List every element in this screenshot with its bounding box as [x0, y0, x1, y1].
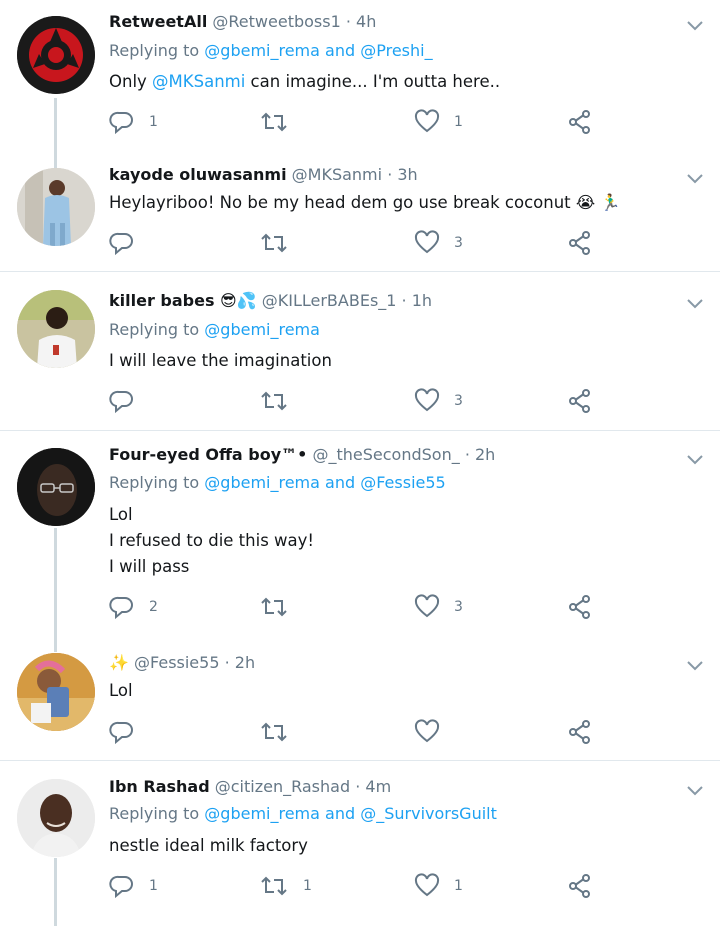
share-icon	[567, 873, 593, 899]
share-button[interactable]	[567, 871, 593, 901]
reply-count: 1	[149, 878, 158, 894]
replying-to: Replying to @gbemi_rema and @_SurvivorsG…	[109, 803, 497, 825]
replying-to-label: Replying to	[109, 804, 205, 823]
retweet-count: 1	[303, 878, 312, 894]
reply-icon	[109, 873, 135, 899]
tweet-text: nestle ideal milk factory	[109, 836, 308, 855]
separator: ·	[355, 777, 361, 796]
tweet-feed: RetweetAll @Retweetboss1 · 4h Replying t…	[0, 0, 720, 926]
reply-button[interactable]: 1	[109, 871, 158, 901]
tweet[interactable]: Ibn Rashad @citizen_Rashad · 4m Replying…	[0, 0, 720, 926]
heart-icon	[414, 873, 440, 899]
timestamp[interactable]: 4m	[365, 777, 391, 796]
chevron-down-icon[interactable]	[684, 779, 706, 801]
username[interactable]: @citizen_Rashad	[215, 777, 350, 796]
like-button[interactable]: 1	[414, 871, 463, 901]
replying-to-users[interactable]: @gbemi_rema and @_SurvivorsGuilt	[204, 804, 497, 823]
tweet-header: Ibn Rashad @citizen_Rashad · 4m	[109, 775, 391, 799]
like-count: 1	[454, 878, 463, 894]
retweet-icon	[259, 873, 289, 899]
tweet-actions: 1 1 1	[109, 871, 609, 901]
retweet-button[interactable]: 1	[259, 871, 312, 901]
avatar[interactable]	[17, 779, 95, 857]
display-name[interactable]: Ibn Rashad	[109, 777, 210, 796]
